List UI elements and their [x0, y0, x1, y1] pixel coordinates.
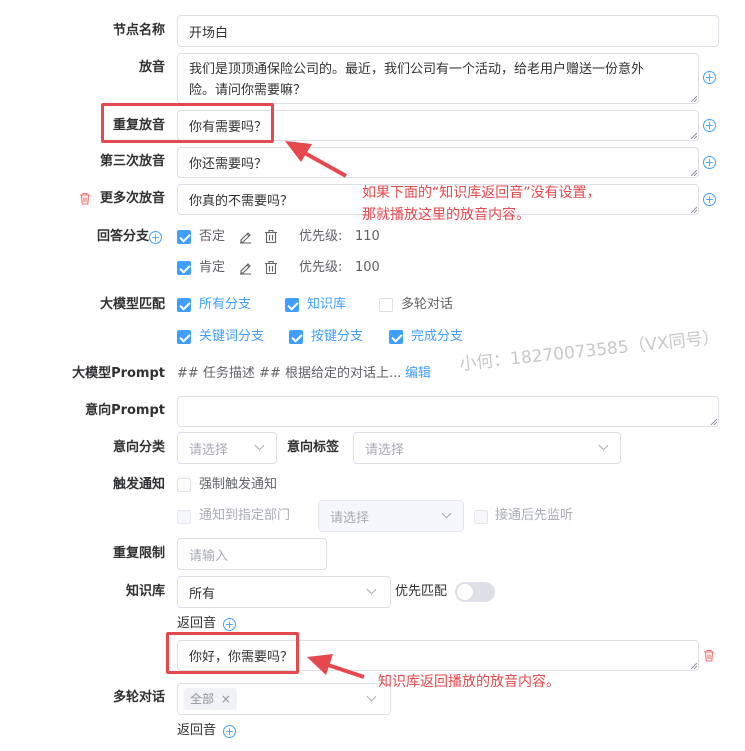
- checkbox-key-branch[interactable]: [289, 330, 303, 344]
- priority-label: 优先级:: [299, 229, 343, 244]
- annotation-note-2: 知识库返回播放的放音内容。: [378, 674, 560, 690]
- dept-select[interactable]: 请选择: [318, 500, 464, 532]
- resize-handle-icon[interactable]: [689, 131, 697, 139]
- add-return-audio-icon[interactable]: +: [223, 618, 236, 631]
- label-node-name: 节点名称: [112, 23, 165, 38]
- edit-icon[interactable]: [238, 260, 253, 275]
- add-play-icon[interactable]: +: [703, 71, 716, 84]
- label-llm-match: 大模型匹配: [99, 297, 165, 312]
- trash-icon[interactable]: [264, 260, 278, 275]
- repeat-limit-input[interactable]: 请输入: [177, 538, 327, 570]
- trash-icon[interactable]: [264, 229, 278, 244]
- play-textarea[interactable]: 我们是顶顶通保险公司的。最近，我们公司有一个活动，给老用户赠送一份意外 险。请问…: [177, 53, 699, 104]
- label-repeat-limit: 重复限制: [112, 546, 165, 561]
- label-intent-prompt: 意向Prompt: [85, 403, 165, 418]
- intent-prompt-textarea[interactable]: [177, 396, 719, 427]
- option-multi-dialog: 多轮对话: [401, 297, 454, 312]
- label-intent-tag: 意向标签: [287, 440, 340, 455]
- watermark: 小何：18270073585（VX同号）: [458, 327, 721, 375]
- label-answer-branch: 回答分支: [96, 229, 149, 244]
- checkbox-multi-dialog[interactable]: [379, 298, 393, 312]
- multi-dialog-tag: 全部 ×: [184, 688, 237, 710]
- chevron-down-icon: [254, 440, 265, 451]
- label-llm-prompt: 大模型Prompt: [72, 366, 165, 381]
- add-return-audio-icon[interactable]: +: [223, 725, 236, 738]
- chevron-down-icon: [366, 584, 377, 595]
- option-all-branches: 所有分支: [199, 297, 252, 312]
- label-knowledge: 知识库: [125, 584, 165, 599]
- add-more-play-icon[interactable]: +: [703, 193, 716, 206]
- checkbox-notify-dept[interactable]: [177, 510, 191, 524]
- priority-match-switch[interactable]: [455, 582, 495, 602]
- option-keyword-branch: 关键词分支: [199, 329, 265, 344]
- branch-checkbox-negative[interactable]: [177, 230, 191, 244]
- prompt-edit-link[interactable]: 编辑: [405, 364, 431, 384]
- label-third-play: 第三次放音: [99, 154, 165, 169]
- label-multi-dialog: 多轮对话: [112, 690, 165, 705]
- option-listen-first: 接通后先监听: [495, 508, 574, 523]
- highlight-box-return-audio: [166, 632, 299, 674]
- priority-label: 优先级:: [299, 260, 343, 275]
- priority-value: 100: [355, 260, 380, 275]
- intent-tag-select[interactable]: 请选择: [353, 432, 621, 464]
- label-intent-class: 意向分类: [112, 440, 165, 455]
- checkbox-force-notify[interactable]: [177, 478, 191, 492]
- add-branch-icon[interactable]: +: [149, 231, 162, 244]
- tag-close-icon[interactable]: ×: [221, 692, 231, 706]
- label-trigger-notify: 触发通知: [112, 477, 165, 492]
- option-key-branch: 按键分支: [311, 329, 364, 344]
- checkbox-all-branches[interactable]: [177, 298, 191, 312]
- checkbox-knowledge[interactable]: [285, 298, 299, 312]
- add-third-play-icon[interactable]: +: [703, 156, 716, 169]
- option-finish-branch: 完成分支: [411, 329, 464, 344]
- annotation-note-1b: 那就播放这里的放音内容。: [362, 207, 530, 223]
- chevron-down-icon: [598, 440, 609, 451]
- chevron-down-icon: [366, 691, 377, 702]
- label-return-audio: 返回音: [177, 616, 217, 631]
- node-name-input[interactable]: 开场白: [177, 15, 719, 47]
- resize-handle-icon[interactable]: [689, 168, 697, 176]
- prompt-preview: ## 任务描述 ## 根据给定的对话上...: [177, 366, 402, 381]
- checkbox-keyword-branch[interactable]: [177, 330, 191, 344]
- option-knowledge: 知识库: [307, 297, 347, 312]
- annotation-note-1a: 如果下面的“知识库返回音”没有设置，: [362, 185, 601, 201]
- branch-name-negative: 否定: [199, 229, 226, 244]
- label-return-audio-2: 返回音: [177, 723, 217, 738]
- edit-icon[interactable]: [238, 229, 253, 244]
- resize-handle-icon[interactable]: [689, 661, 697, 669]
- intent-class-select[interactable]: 请选择: [177, 432, 277, 464]
- branch-checkbox-positive[interactable]: [177, 261, 191, 275]
- priority-value: 110: [355, 229, 380, 244]
- highlight-box-repeat-play: [101, 103, 274, 143]
- checkbox-finish-branch[interactable]: [389, 330, 403, 344]
- option-notify-dept: 通知到指定部门: [199, 508, 291, 523]
- label-priority-match: 优先匹配: [395, 584, 448, 599]
- checkbox-listen-first[interactable]: [474, 510, 488, 524]
- label-more-play: 更多次放音: [99, 191, 165, 206]
- option-force-notify: 强制触发通知: [199, 477, 278, 492]
- add-repeat-play-icon[interactable]: +: [703, 119, 716, 132]
- label-play: 放音: [138, 60, 165, 75]
- branch-name-positive: 肯定: [199, 260, 226, 275]
- delete-icon[interactable]: [79, 192, 91, 205]
- resize-handle-icon[interactable]: [689, 205, 697, 213]
- third-play-input[interactable]: 你还需要吗？: [177, 147, 699, 178]
- chevron-down-icon: [441, 508, 452, 519]
- resize-handle-icon[interactable]: [689, 94, 697, 102]
- delete-return-icon[interactable]: [703, 649, 715, 662]
- knowledge-select[interactable]: 所有: [177, 576, 391, 608]
- resize-handle-icon[interactable]: [709, 417, 717, 425]
